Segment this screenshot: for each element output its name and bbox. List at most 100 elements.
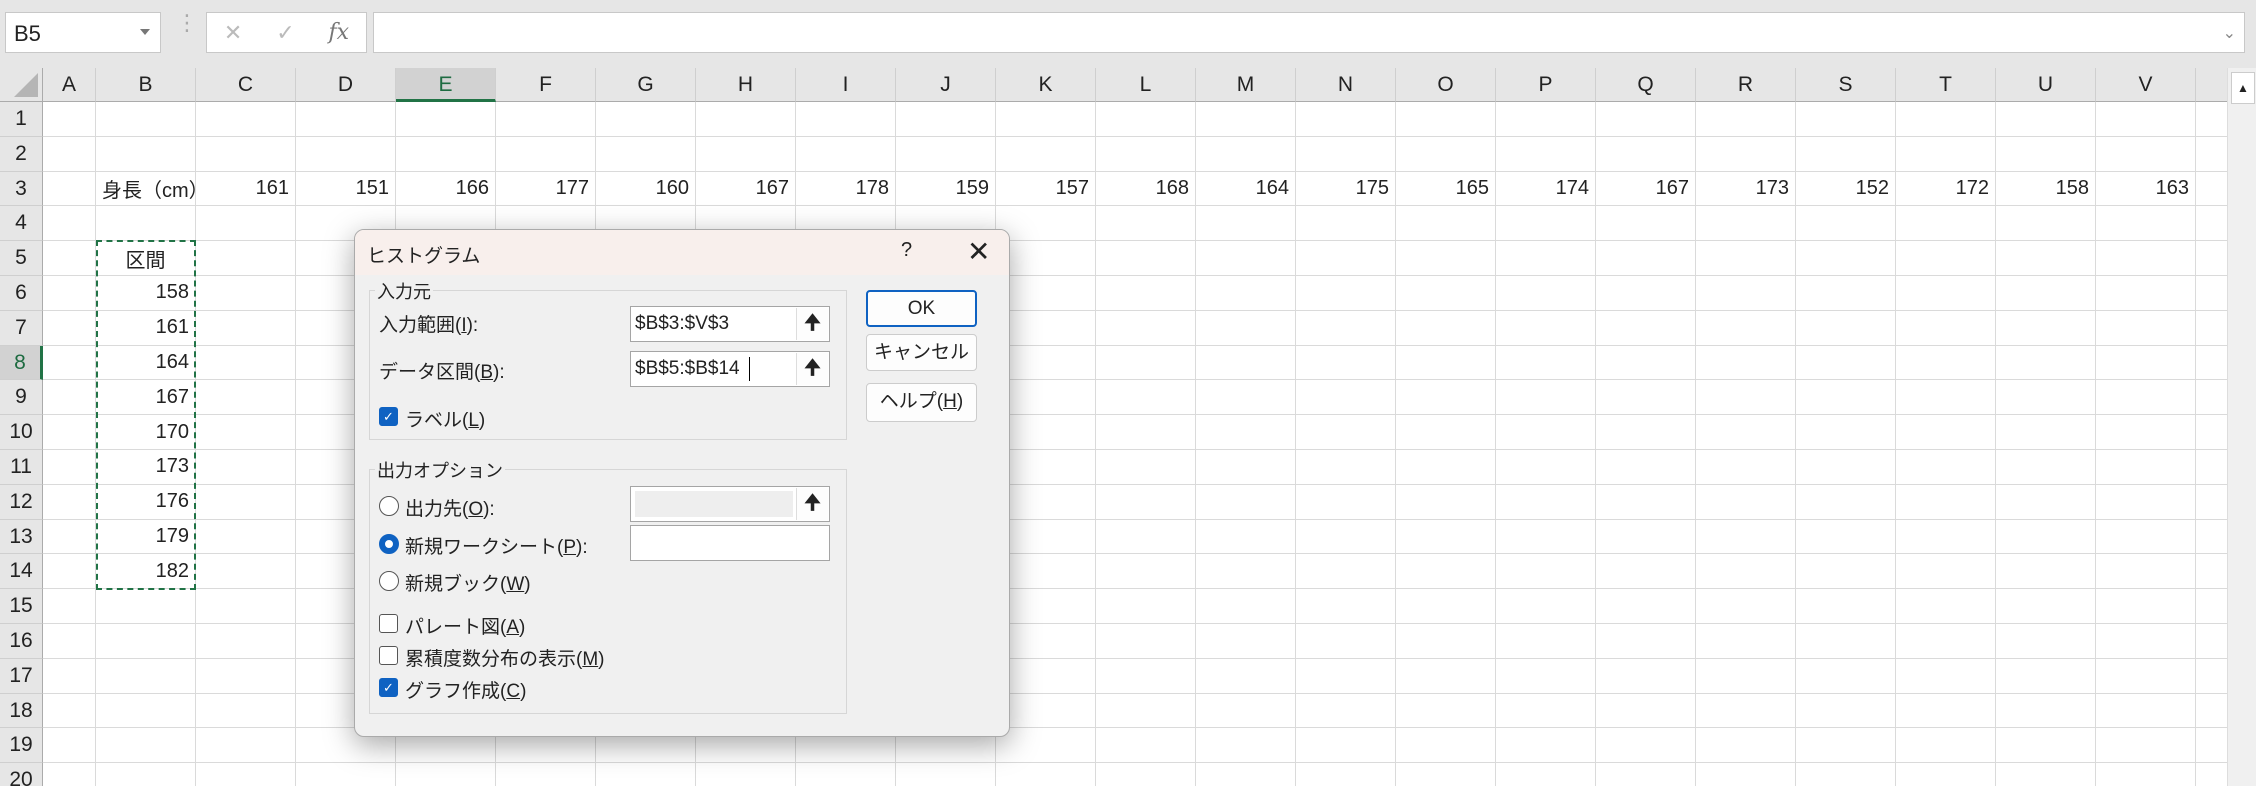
row-header-1[interactable]: 1 <box>0 102 43 137</box>
cell-m20[interactable] <box>1196 763 1296 786</box>
cell-w5[interactable] <box>2196 241 2227 276</box>
cell-k7[interactable] <box>996 310 1096 346</box>
cell-c15[interactable] <box>196 589 296 624</box>
column-header-c[interactable]: C <box>196 68 296 102</box>
cell-k8[interactable] <box>996 345 1096 381</box>
row-header-17[interactable]: 17 <box>0 658 43 694</box>
cell-w13[interactable] <box>2196 520 2227 555</box>
cell-l5[interactable] <box>1096 241 1196 276</box>
cell-b19[interactable] <box>96 728 196 764</box>
cell-c7[interactable] <box>196 310 296 346</box>
cell-n10[interactable] <box>1296 415 1396 450</box>
cell-u1[interactable] <box>1996 102 2096 137</box>
cell-m19[interactable] <box>1196 728 1296 764</box>
cell-j3[interactable]: 159 <box>896 171 996 207</box>
dialog-title-bar[interactable]: ヒストグラム ? ✕ <box>355 230 1009 275</box>
cell-l16[interactable] <box>1096 624 1196 659</box>
column-header-b[interactable]: B <box>96 68 196 102</box>
cell-o15[interactable] <box>1396 589 1496 624</box>
cell-w19[interactable] <box>2196 728 2227 764</box>
cell-p11[interactable] <box>1496 450 1596 485</box>
cell-q7[interactable] <box>1596 310 1696 346</box>
cell-k1[interactable] <box>996 102 1096 137</box>
column-header-d[interactable]: D <box>296 68 396 102</box>
column-header-h[interactable]: H <box>696 68 796 102</box>
cell-n9[interactable] <box>1296 380 1396 416</box>
cell-b1[interactable] <box>96 102 196 137</box>
cell-p18[interactable] <box>1496 693 1596 729</box>
cell-l13[interactable] <box>1096 519 1196 555</box>
cell-c3[interactable]: 161 <box>196 171 296 207</box>
cell-p9[interactable] <box>1496 380 1596 416</box>
cell-b18[interactable] <box>96 693 196 729</box>
cell-q17[interactable] <box>1596 658 1696 694</box>
cell-q19[interactable] <box>1596 728 1696 764</box>
cell-l10[interactable] <box>1096 415 1196 450</box>
column-header-v[interactable]: V <box>2096 68 2196 102</box>
cell-n2[interactable] <box>1296 136 1396 172</box>
cell-c4[interactable] <box>196 206 296 242</box>
cell-p3[interactable]: 174 <box>1496 171 1596 207</box>
cell-o13[interactable] <box>1396 519 1496 555</box>
cell-v15[interactable] <box>2096 589 2196 624</box>
column-header-n[interactable]: N <box>1296 68 1396 102</box>
cell-n1[interactable] <box>1296 102 1396 137</box>
cell-v4[interactable] <box>2096 206 2196 242</box>
cell-v1[interactable] <box>2096 102 2196 137</box>
cell-w9[interactable] <box>2196 380 2227 416</box>
cell-b10[interactable]: 170 <box>96 415 196 450</box>
cell-b12[interactable]: 176 <box>96 484 196 520</box>
cell-v20[interactable] <box>2096 763 2196 786</box>
cell-w11[interactable] <box>2196 450 2227 485</box>
cell-d20[interactable] <box>296 763 396 786</box>
select-all-button[interactable] <box>0 68 43 102</box>
cell-d3[interactable]: 151 <box>296 171 396 207</box>
cell-l20[interactable] <box>1096 763 1196 786</box>
cell-e20[interactable] <box>396 763 496 786</box>
cell-u16[interactable] <box>1996 624 2096 659</box>
cell-u13[interactable] <box>1996 519 2096 555</box>
cell-t20[interactable] <box>1896 763 1996 786</box>
cell-v8[interactable] <box>2096 345 2196 381</box>
scroll-up-icon[interactable]: ▲ <box>2231 72 2255 104</box>
cell-s6[interactable] <box>1796 276 1896 311</box>
cell-n5[interactable] <box>1296 241 1396 276</box>
cell-o14[interactable] <box>1396 554 1496 590</box>
cell-j2[interactable] <box>896 136 996 172</box>
cell-i1[interactable] <box>796 102 896 137</box>
cell-r8[interactable] <box>1696 345 1796 381</box>
formula-bar-resize-handle[interactable]: ⋮ <box>176 12 198 34</box>
help-button[interactable]: ヘルプ(H) <box>866 383 977 422</box>
cell-l9[interactable] <box>1096 380 1196 416</box>
column-header-o[interactable]: O <box>1396 68 1496 102</box>
cell-w17[interactable] <box>2196 659 2227 694</box>
cell-n14[interactable] <box>1296 554 1396 590</box>
cell-c20[interactable] <box>196 763 296 786</box>
cell-t7[interactable] <box>1896 310 1996 346</box>
cell-v17[interactable] <box>2096 658 2196 694</box>
cell-t10[interactable] <box>1896 415 1996 450</box>
cell-t5[interactable] <box>1896 241 1996 276</box>
cell-o7[interactable] <box>1396 310 1496 346</box>
cell-b16[interactable] <box>96 624 196 659</box>
cell-v12[interactable] <box>2096 484 2196 520</box>
cell-v14[interactable] <box>2096 554 2196 590</box>
collapse-dialog-icon[interactable]: 🠉 <box>796 308 828 340</box>
cell-o16[interactable] <box>1396 624 1496 659</box>
cell-p8[interactable] <box>1496 345 1596 381</box>
spreadsheet-grid[interactable]: ABCDEFGHIJKLMNOPQRSTUV123身長（cm）161151166… <box>0 68 2227 786</box>
cell-s18[interactable] <box>1796 693 1896 729</box>
cell-c6[interactable] <box>196 276 296 311</box>
cell-v2[interactable] <box>2096 136 2196 172</box>
cell-w3[interactable] <box>2196 172 2227 207</box>
cell-n3[interactable]: 175 <box>1296 171 1396 207</box>
cell-j1[interactable] <box>896 102 996 137</box>
cell-s5[interactable] <box>1796 241 1896 276</box>
cell-k3[interactable]: 157 <box>996 171 1096 207</box>
cell-m12[interactable] <box>1196 484 1296 520</box>
cell-n13[interactable] <box>1296 519 1396 555</box>
cell-j20[interactable] <box>896 763 996 786</box>
cell-i2[interactable] <box>796 136 896 172</box>
cell-m4[interactable] <box>1196 206 1296 242</box>
cell-g2[interactable] <box>596 136 696 172</box>
